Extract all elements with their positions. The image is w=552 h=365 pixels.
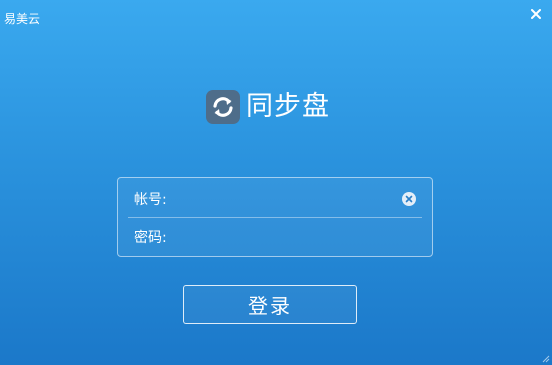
- close-icon: [531, 9, 541, 19]
- close-button[interactable]: [528, 6, 544, 22]
- clear-account-button[interactable]: [402, 192, 416, 206]
- password-input[interactable]: [170, 225, 432, 249]
- resize-grip-icon[interactable]: [542, 355, 550, 363]
- login-button[interactable]: 登录: [183, 285, 357, 324]
- window-title: 易美云: [4, 12, 41, 26]
- password-label: 密码:: [134, 230, 167, 246]
- login-form: 帐号: 密码:: [117, 177, 433, 257]
- account-label: 帐号:: [134, 192, 167, 208]
- account-input[interactable]: [170, 187, 402, 211]
- app-name: 同步盘: [246, 91, 330, 122]
- account-row: 帐号:: [118, 180, 432, 218]
- sync-icon: [206, 90, 240, 124]
- clear-icon: [405, 195, 413, 203]
- password-row: 密码:: [118, 218, 432, 256]
- app-logo: 同步盘: [206, 89, 330, 125]
